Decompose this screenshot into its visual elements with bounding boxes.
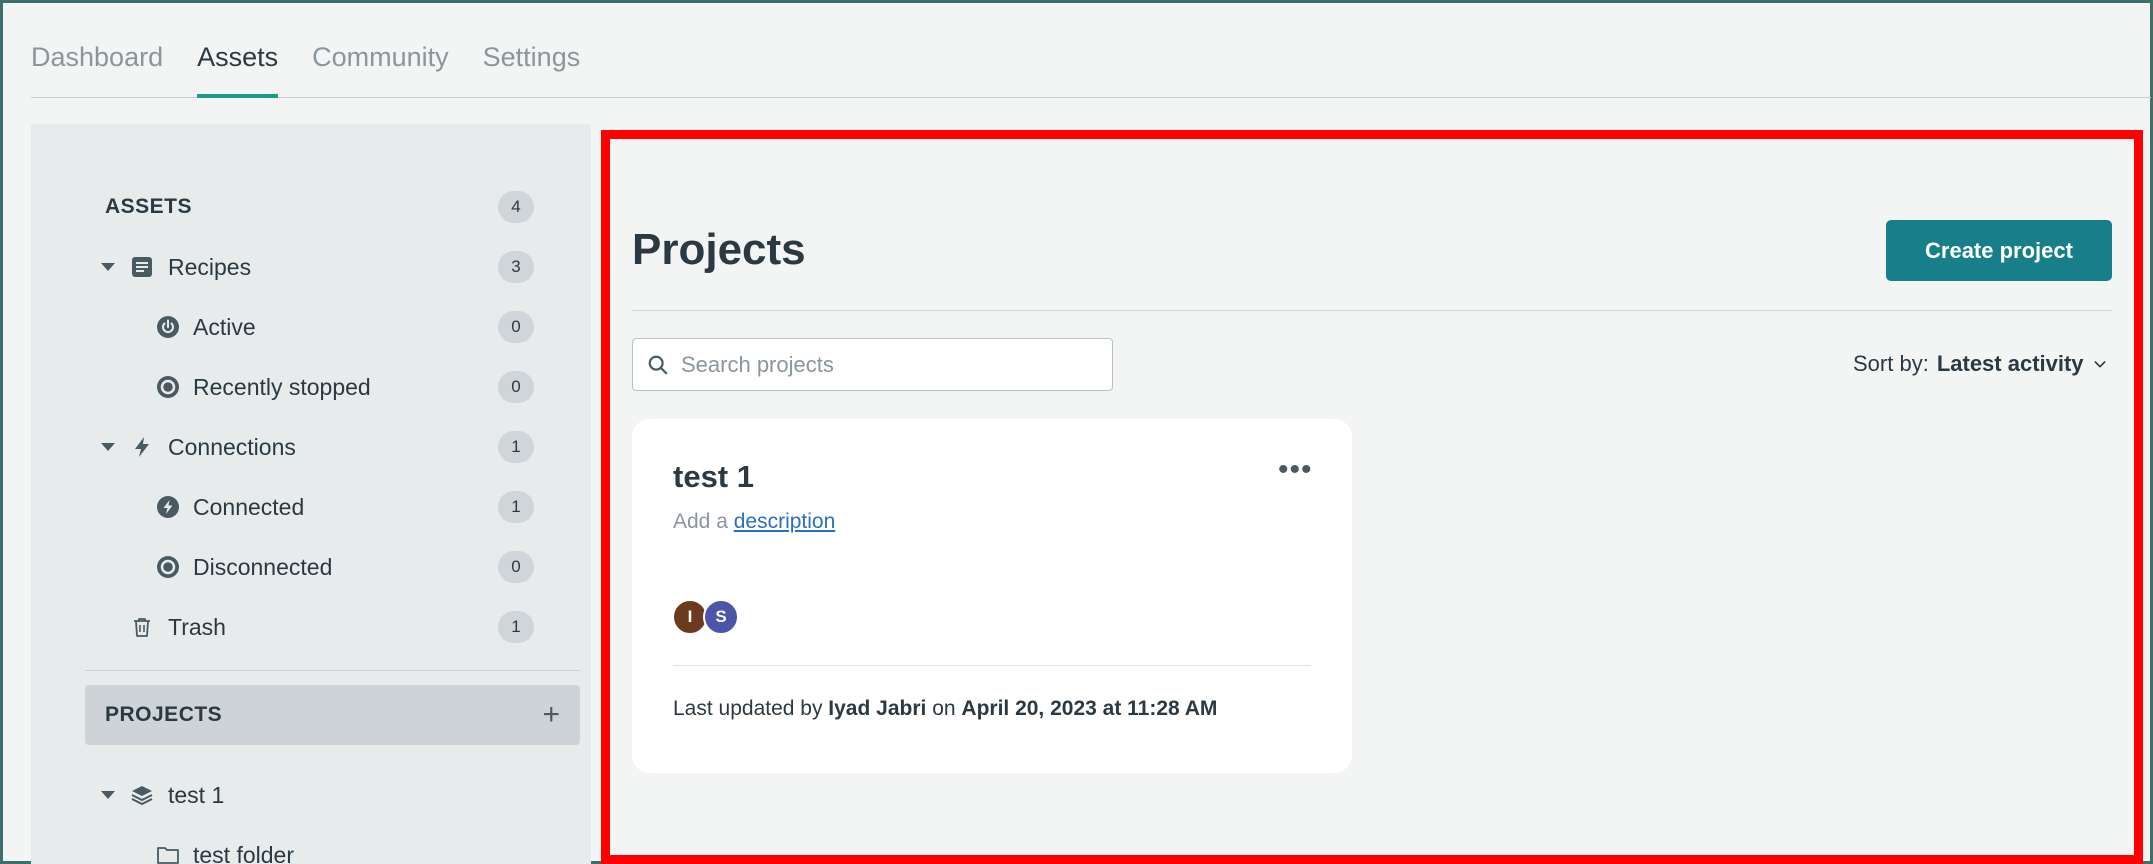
card-divider bbox=[673, 665, 1311, 666]
recipes-count-badge: 3 bbox=[498, 251, 534, 283]
project-card-title[interactable]: test 1 bbox=[673, 459, 754, 495]
add-description-link[interactable]: description bbox=[734, 510, 836, 533]
project-card[interactable]: test 1 ••• Add a description I S Last up… bbox=[632, 419, 1352, 773]
sidebar-projects-header[interactable]: PROJECTS + bbox=[85, 685, 580, 745]
sidebar-divider bbox=[85, 670, 580, 671]
sidebar-item-recently-stopped[interactable]: Recently stopped 0 bbox=[31, 367, 591, 407]
sort-prefix: Sort by: bbox=[1853, 351, 1929, 376]
tab-community[interactable]: Community bbox=[312, 2, 449, 97]
connected-icon bbox=[155, 494, 181, 520]
disconnected-count-badge: 0 bbox=[498, 551, 534, 583]
folder-icon bbox=[155, 842, 181, 864]
sidebar-item-label: Connected bbox=[193, 493, 305, 520]
app-window: Dashboard Assets Community Settings ASSE… bbox=[0, 0, 2153, 864]
sort-value: Latest activity bbox=[1936, 351, 2084, 376]
tab-settings[interactable]: Settings bbox=[483, 2, 581, 97]
projects-title: PROJECTS bbox=[105, 703, 223, 726]
recipe-icon bbox=[129, 254, 155, 280]
sidebar-item-label: Trash bbox=[168, 613, 226, 640]
footer-date: April 20, 2023 at 11:28 AM bbox=[961, 697, 1218, 720]
connected-count-badge: 1 bbox=[498, 491, 534, 523]
tab-assets[interactable]: Assets bbox=[197, 2, 279, 98]
avatar: S bbox=[703, 599, 739, 635]
sidebar-item-disconnected[interactable]: Disconnected 0 bbox=[31, 547, 591, 587]
disconnected-icon bbox=[155, 554, 181, 580]
description-prefix: Add a bbox=[673, 510, 728, 533]
lightning-icon bbox=[129, 434, 155, 460]
caret-down-icon[interactable] bbox=[101, 791, 115, 799]
main-divider bbox=[632, 310, 2112, 311]
caret-down-icon[interactable] bbox=[101, 443, 115, 451]
footer-prefix: Last updated by bbox=[673, 697, 823, 720]
trash-count-badge: 1 bbox=[498, 611, 534, 643]
add-project-icon[interactable]: + bbox=[542, 700, 560, 730]
tab-dashboard[interactable]: Dashboard bbox=[31, 2, 163, 97]
recently-stopped-count-badge: 0 bbox=[498, 371, 534, 403]
sort-dropdown[interactable]: Sort by: Latest activity bbox=[1853, 351, 2108, 377]
stopped-icon bbox=[155, 374, 181, 400]
layers-icon bbox=[129, 782, 155, 808]
page-title: Projects bbox=[632, 225, 806, 274]
assets-count-badge: 4 bbox=[498, 191, 534, 223]
search-icon bbox=[648, 355, 668, 374]
sidebar-item-label: Connections bbox=[168, 433, 296, 460]
search-input[interactable] bbox=[681, 351, 1101, 378]
assets-title: ASSETS bbox=[105, 195, 193, 218]
project-card-description: Add a description bbox=[673, 510, 835, 534]
sidebar-item-recipes[interactable]: Recipes 3 bbox=[31, 247, 591, 287]
sidebar-item-label: Recipes bbox=[168, 253, 252, 280]
sidebar-item-label: test 1 bbox=[168, 781, 225, 808]
power-icon bbox=[155, 314, 181, 340]
more-options-icon[interactable]: ••• bbox=[1278, 455, 1313, 485]
connections-count-badge: 1 bbox=[498, 431, 534, 463]
footer-user: Iyad Jabri bbox=[828, 697, 927, 720]
search-box[interactable] bbox=[632, 338, 1113, 391]
chevron-down-icon bbox=[2094, 361, 2106, 368]
sidebar-item-connections[interactable]: Connections 1 bbox=[31, 427, 591, 467]
sidebar-folder-test-folder[interactable]: test folder bbox=[31, 835, 591, 864]
sidebar-assets-header[interactable]: ASSETS 4 bbox=[31, 187, 591, 227]
create-project-button[interactable]: Create project bbox=[1886, 220, 2112, 281]
sidebar-item-trash[interactable]: Trash 1 bbox=[31, 607, 591, 647]
trash-icon bbox=[129, 614, 155, 640]
sidebar-item-label: Disconnected bbox=[193, 553, 333, 580]
sidebar-item-active[interactable]: Active 0 bbox=[31, 307, 591, 347]
sidebar-item-label: Recently stopped bbox=[193, 373, 371, 400]
caret-down-icon[interactable] bbox=[101, 263, 115, 271]
active-count-badge: 0 bbox=[498, 311, 534, 343]
sidebar-item-label: Active bbox=[193, 313, 256, 340]
sidebar: ASSETS 4 Recipes 3 Active 0 Recently sto… bbox=[31, 124, 591, 864]
sidebar-item-connected[interactable]: Connected 1 bbox=[31, 487, 591, 527]
sidebar-project-test-1[interactable]: test 1 bbox=[31, 775, 591, 815]
top-nav: Dashboard Assets Community Settings bbox=[31, 3, 2151, 98]
sidebar-item-label: test folder bbox=[193, 841, 294, 864]
last-updated-text: Last updated by Iyad Jabri on April 20, … bbox=[673, 697, 1217, 721]
footer-mid: on bbox=[932, 697, 956, 720]
